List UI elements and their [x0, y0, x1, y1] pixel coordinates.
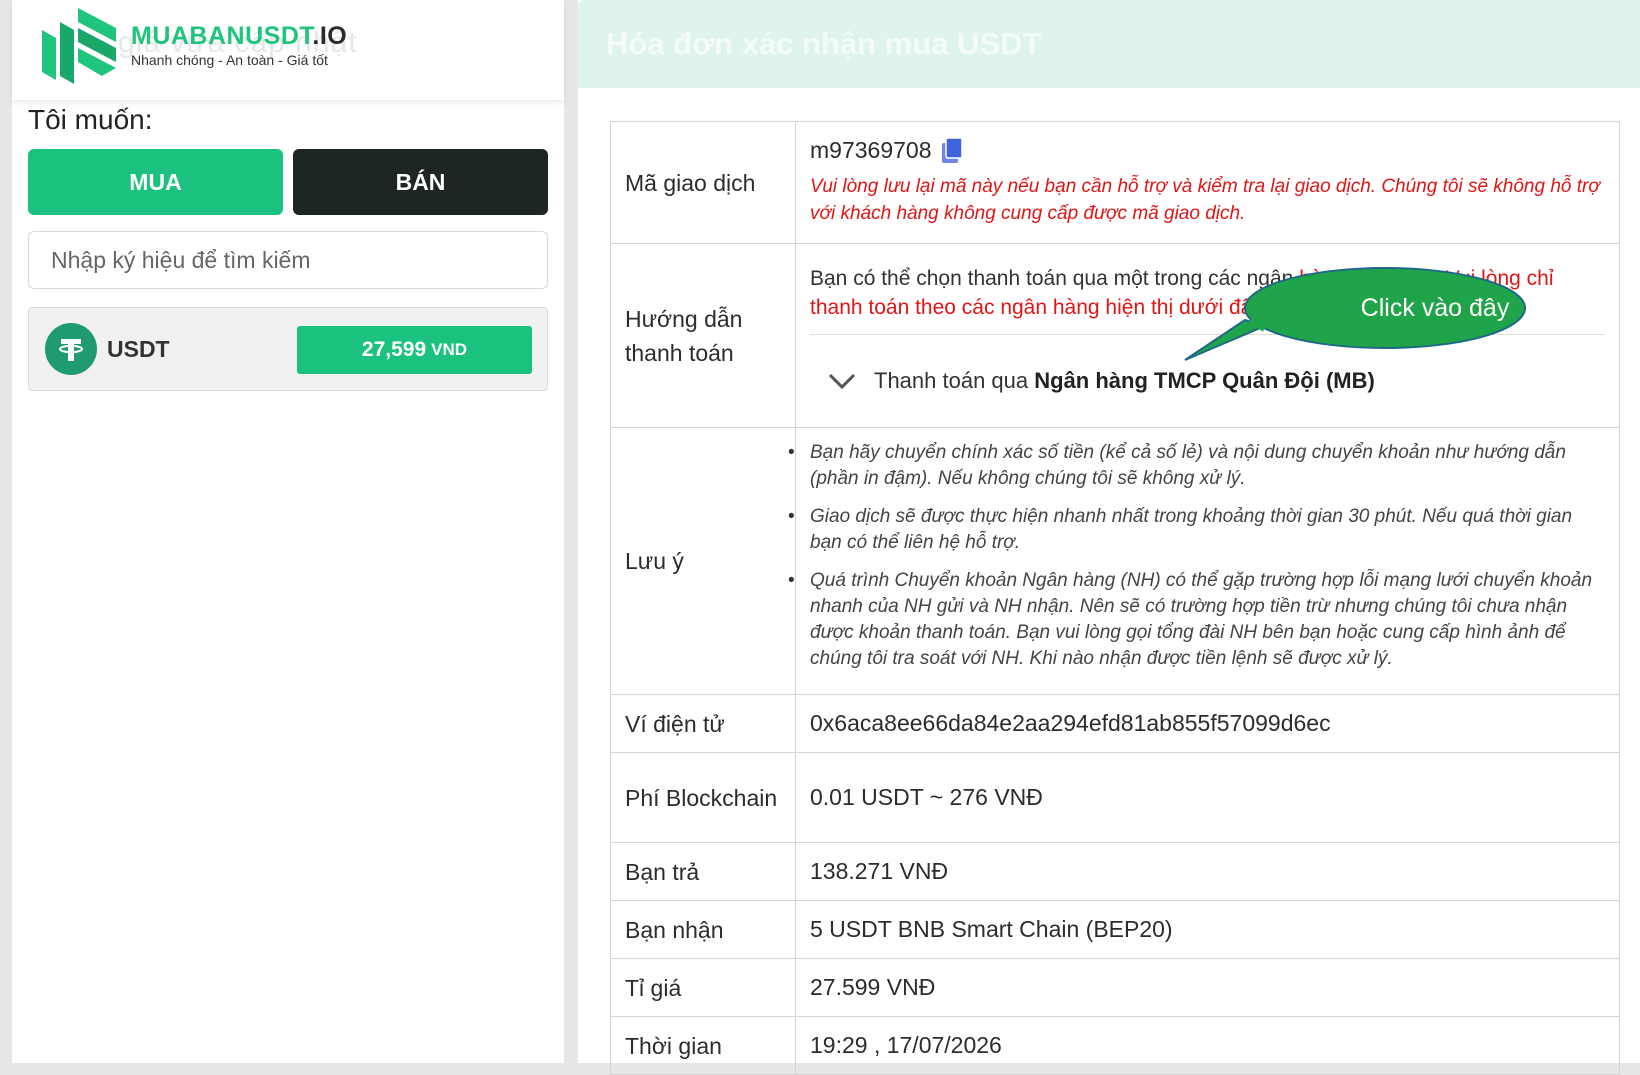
row-pay: Bạn trả 138.271 VNĐ: [610, 842, 1620, 901]
buy-button[interactable]: MUA: [28, 149, 283, 215]
pay-value: 138.271 VNĐ: [795, 842, 1620, 901]
logo-bar: giá vừa cập nhật MUABANUSDT.IO Nhanh chó…: [12, 0, 564, 100]
bank-text: Thanh toán qua Ngân hàng TMCP Quân Đội (…: [874, 368, 1375, 394]
brand-name-main: MUABANUSDT: [131, 22, 313, 50]
coin-price-unit: VND: [431, 340, 468, 359]
tether-icon: [45, 323, 97, 375]
wallet-value[interactable]: 0x6aca8ee66da84e2aa294efd81ab855f57099d6…: [795, 694, 1620, 753]
row-receive: Bạn nhận 5 USDT BNB Smart Chain (BEP20): [610, 900, 1620, 959]
note-item: Bạn hãy chuyển chính xác số tiền (kể cả …: [788, 440, 1605, 492]
invoice-title: Hóa đơn xác nhận mua USDT: [606, 26, 1042, 61]
coin-price-badge[interactable]: 27,599 VND: [297, 326, 532, 374]
tx-value-cell: m97369708 Vui lòng lưu lại mã này nếu bạ…: [795, 121, 1620, 244]
invoice-header: Hóa đơn xác nhận mua USDT: [578, 0, 1640, 88]
time-value: 19:29 , 17/07/2026: [795, 1016, 1620, 1075]
tx-code-wrap: m97369708: [810, 136, 1605, 165]
tx-note: Vui lòng lưu lại mã này nếu bạn cần hỗ t…: [810, 175, 1600, 224]
coin-list-item-usdt[interactable]: USDT 27,599 VND: [28, 307, 548, 391]
sell-button[interactable]: BÁN: [293, 149, 548, 215]
coin-name: USDT: [107, 336, 170, 362]
brand-name-suffix: .IO: [312, 22, 348, 50]
copy-icon[interactable]: [940, 136, 964, 165]
receive-label: Bạn nhận: [610, 900, 796, 959]
search-box: [28, 231, 548, 289]
guide-label: Hướng dẫn thanh toán: [610, 243, 796, 428]
brand-tagline: Nhanh chóng - An toàn - Giá tốt: [131, 52, 328, 68]
tx-label: Mã giao dịch: [610, 121, 796, 244]
bank-name: Ngân hàng TMCP Quân Đội (MB): [1034, 368, 1375, 393]
note-label: Lưu ý: [610, 427, 796, 695]
callout-text: Click vào đây: [1360, 293, 1510, 322]
brand-name[interactable]: MUABANUSDT.IO: [131, 22, 347, 51]
search-input[interactable]: [49, 245, 547, 275]
coin-price: 27,599: [361, 338, 427, 361]
row-fee: Phí Blockchain 0.01 USDT ~ 276 VNĐ: [610, 752, 1620, 843]
wallet-label: Ví điện tử: [610, 694, 796, 753]
bank-prefix: Thanh toán qua: [874, 368, 1035, 393]
right-panel: Hóa đơn xác nhận mua USDT Mã giao dịch m…: [578, 0, 1640, 1075]
time-label: Thời gian: [610, 1016, 796, 1075]
row-notes: Lưu ý Bạn hãy chuyển chính xác số tiền (…: [610, 427, 1620, 695]
click-here-callout: Click vào đây: [1184, 267, 1539, 361]
rate-label: Tỉ giá: [610, 958, 796, 1017]
receive-value: 5 USDT BNB Smart Chain (BEP20): [795, 900, 1620, 959]
row-rate: Tỉ giá 27.599 VNĐ: [610, 958, 1620, 1017]
note-item: Giao dịch sẽ được thực hiện nhanh nhất t…: [788, 504, 1605, 556]
row-wallet: Ví điện tử 0x6aca8ee66da84e2aa294efd81ab…: [610, 694, 1620, 753]
note-item: Quá trình Chuyển khoản Ngân hàng (NH) có…: [788, 568, 1605, 672]
left-panel: giá vừa cập nhật MUABANUSDT.IO Nhanh chó…: [12, 0, 564, 1063]
tx-code[interactable]: m97369708: [810, 137, 932, 164]
notes-cell: Bạn hãy chuyển chính xác số tiền (kể cả …: [788, 427, 1620, 695]
fee-value: 0.01 USDT ~ 276 VNĐ: [795, 752, 1620, 843]
row-transaction-code: Mã giao dịch m97369708 Vui lòng lưu lại …: [610, 121, 1620, 244]
fee-label: Phí Blockchain: [610, 752, 796, 843]
rate-value: 27.599 VNĐ: [795, 958, 1620, 1017]
row-time: Thời gian 19:29 , 17/07/2026: [610, 1016, 1620, 1075]
invoice-table: Mã giao dịch m97369708 Vui lòng lưu lại …: [610, 121, 1620, 1075]
pay-label: Bạn trả: [610, 842, 796, 901]
want-label: Tôi muốn:: [28, 104, 153, 135]
notes-list: Bạn hãy chuyển chính xác số tiền (kể cả …: [788, 440, 1605, 672]
chevron-down-icon[interactable]: [826, 371, 858, 391]
brand-logo-icon[interactable]: [32, 2, 124, 88]
